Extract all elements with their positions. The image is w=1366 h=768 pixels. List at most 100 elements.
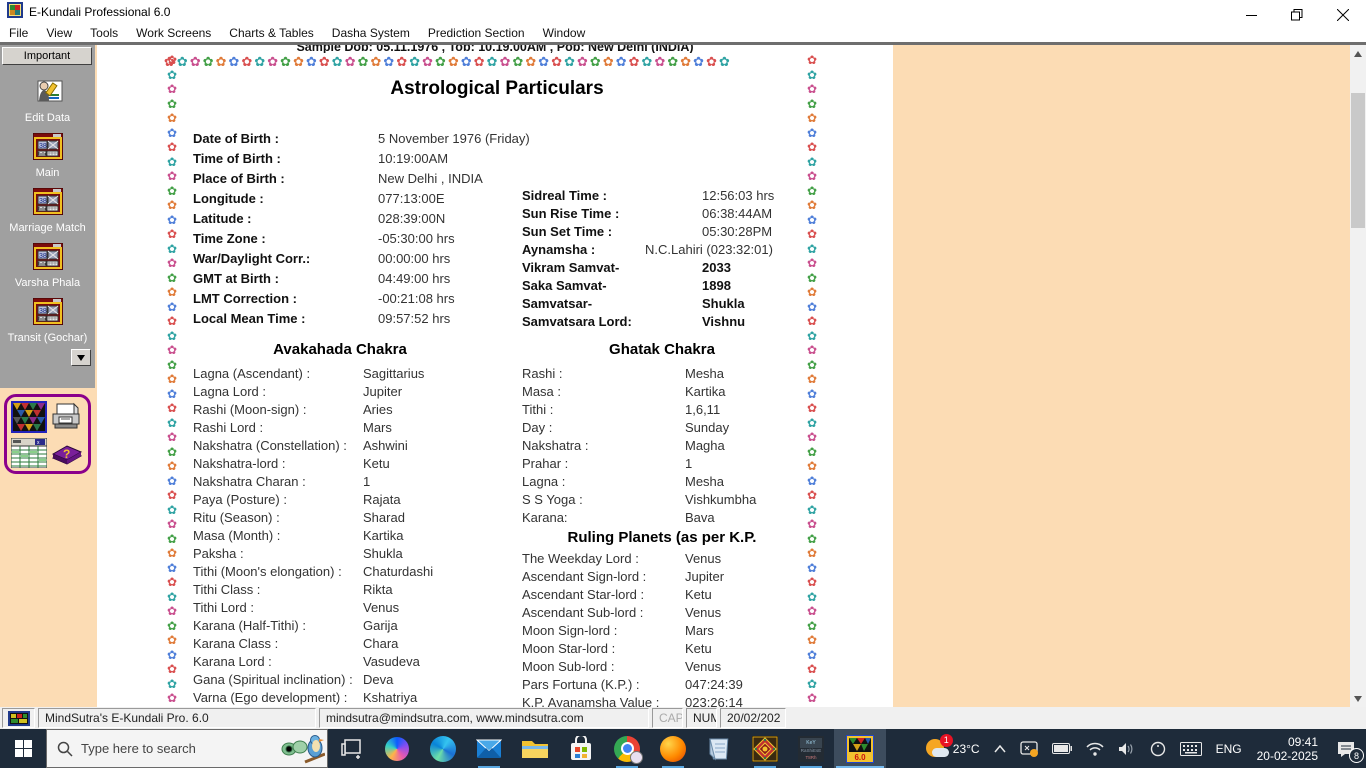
kundali-chart-icon[interactable] xyxy=(11,401,48,438)
menu-item[interactable]: Charts & Tables xyxy=(220,26,323,40)
menu-item[interactable]: File xyxy=(0,26,37,40)
menu-item[interactable]: Tools xyxy=(81,26,127,40)
file-explorer-button[interactable] xyxy=(512,729,558,768)
sidebar-item-main[interactable]: 38 Main xyxy=(0,132,95,179)
row-label: Vikram Samvat- xyxy=(522,260,620,275)
row-label: Rashi (Moon-sign) : xyxy=(193,402,307,417)
row-label: Time Zone : xyxy=(193,231,266,246)
table-row: Vikram Samvat- 2033 xyxy=(522,260,822,278)
statusbar-caps-indicator: CAP: xyxy=(652,708,683,728)
table-icon[interactable]: x xyxy=(10,437,48,473)
battery-status-button[interactable] xyxy=(1045,729,1079,768)
row-label: Longitude : xyxy=(193,191,264,206)
mail-button[interactable] xyxy=(466,729,512,768)
row-value: Ketu xyxy=(685,587,712,602)
sidebar-scroll-down-button[interactable] xyxy=(71,349,91,366)
copilot-icon xyxy=(385,736,409,761)
search-box[interactable]: Type here to search xyxy=(46,729,328,768)
row-label: Sun Set Time : xyxy=(522,224,613,239)
ekundali-app-icon: 6.0 xyxy=(846,734,874,763)
sidebar-item-varsha-phala[interactable]: 38 Varsha Phala xyxy=(0,242,95,289)
table-row: Nakshatra : Magha xyxy=(522,438,822,456)
microsoft-store-button[interactable] xyxy=(558,729,604,768)
weather-widget[interactable]: 1 23°C xyxy=(918,729,987,768)
search-placeholder: Type here to search xyxy=(81,741,196,756)
svg-text:6.0: 6.0 xyxy=(854,753,866,762)
key-rashi-app-button[interactable]: KeY RaShiEsE T8Rh xyxy=(788,729,834,768)
meet-now-button[interactable] xyxy=(1143,729,1173,768)
file-explorer-icon xyxy=(522,740,548,758)
menu-item[interactable]: Window xyxy=(534,26,595,40)
task-view-icon xyxy=(341,738,361,759)
edge-button[interactable] xyxy=(420,729,466,768)
menu-item[interactable]: Dasha System xyxy=(323,26,419,40)
svg-text:KeY: KeY xyxy=(806,740,816,746)
tray-time: 09:41 xyxy=(1287,734,1318,749)
app-icon xyxy=(7,1,23,23)
row-label: Karana (Half-Tithi) : xyxy=(193,618,306,633)
table-row: Samvatsara Lord: Vishnu xyxy=(522,314,822,332)
table-row: Tithi Class : Rikta xyxy=(193,582,528,600)
chevron-up-icon xyxy=(994,744,1006,752)
table-row: Lagna Lord : Jupiter xyxy=(193,384,528,402)
firefox-button[interactable] xyxy=(650,729,696,768)
row-value: 06:38:44AM xyxy=(702,206,773,221)
table-row: Date of Birth : 5 November 1976 (Friday) xyxy=(193,131,530,151)
row-value: Ketu xyxy=(363,456,390,471)
ekundali-app-button[interactable]: 6.0 xyxy=(834,729,886,768)
chrome-button[interactable] xyxy=(604,729,650,768)
cast-status-button[interactable] xyxy=(1013,729,1045,768)
tray-overflow-button[interactable] xyxy=(987,729,1013,768)
table-row: Rashi : Mesha xyxy=(522,366,822,384)
scroll-down-button[interactable] xyxy=(1350,690,1366,707)
notification-center-button[interactable]: 8 xyxy=(1326,729,1366,768)
sidebar-item-transit-gochar[interactable]: 38 Transit (Gochar) xyxy=(0,297,95,344)
wifi-status-button[interactable] xyxy=(1079,729,1111,768)
task-view-button[interactable] xyxy=(328,729,374,768)
window-titlebar: E-Kundali Professional 6.0 xyxy=(0,0,1366,24)
row-value: Rajata xyxy=(363,492,401,507)
row-value: Garija xyxy=(363,618,398,633)
row-label: Tithi Class : xyxy=(193,582,261,597)
copilot-button[interactable] xyxy=(374,729,420,768)
sidebar-item-edit-data[interactable]: Edit Data xyxy=(0,77,95,124)
chart-window-icon: 38 xyxy=(32,297,63,330)
vertical-scrollbar[interactable] xyxy=(1350,45,1366,707)
print-icon[interactable] xyxy=(49,402,83,437)
start-button[interactable] xyxy=(0,729,46,768)
scrollbar-thumb[interactable] xyxy=(1351,93,1365,228)
birth-details-right: Sidreal Time : 12:56:03 hrs Sun Rise Tim… xyxy=(522,188,822,332)
language-indicator[interactable]: ENG xyxy=(1209,729,1249,768)
help-book-icon[interactable]: ? xyxy=(49,438,83,473)
menu-item[interactable]: Work Screens xyxy=(127,26,220,40)
table-row: Samvatsar- Shukla xyxy=(522,296,822,314)
kundali-diamond-app-button[interactable] xyxy=(742,729,788,768)
table-row: Sun Rise Time : 06:38:44AM xyxy=(522,206,822,224)
table-row: Ritu (Season) : Sharad xyxy=(193,510,528,528)
row-value: Jupiter xyxy=(363,384,403,399)
table-row: Saka Samvat- 1898 xyxy=(522,278,822,296)
table-row: Time of Birth : 10:19:00AM xyxy=(193,151,523,171)
volume-status-button[interactable] xyxy=(1111,729,1143,768)
menu-item[interactable]: View xyxy=(37,26,81,40)
weather-badge: 1 xyxy=(939,733,953,747)
edit-data-icon xyxy=(32,77,64,110)
keyboard-icon xyxy=(1179,741,1202,756)
row-label: Nakshatra : xyxy=(522,438,589,453)
table-row: Moon Star-lord : Ketu xyxy=(522,641,822,659)
row-label: Day : xyxy=(522,420,553,435)
sidebar-item-marriage-match[interactable]: 38 Marriage Match xyxy=(0,187,95,234)
notepad-button[interactable] xyxy=(696,729,742,768)
touch-keyboard-button[interactable] xyxy=(1173,729,1209,768)
row-value: Deva xyxy=(363,672,394,687)
notepad-icon xyxy=(709,738,729,761)
table-row: Nakshatra (Constellation) : Ashwini xyxy=(193,438,528,456)
menu-item[interactable]: Prediction Section xyxy=(419,26,534,40)
clock-widget[interactable]: 09:41 20-02-2025 xyxy=(1249,735,1326,763)
row-value: Jupiter xyxy=(685,569,725,584)
sidebar-important-button[interactable]: Important xyxy=(2,47,92,65)
sidebar-item-label: Marriage Match xyxy=(9,222,86,234)
row-label: Samvatsar- xyxy=(522,296,593,311)
edge-icon xyxy=(430,735,456,762)
scroll-up-button[interactable] xyxy=(1350,45,1366,62)
